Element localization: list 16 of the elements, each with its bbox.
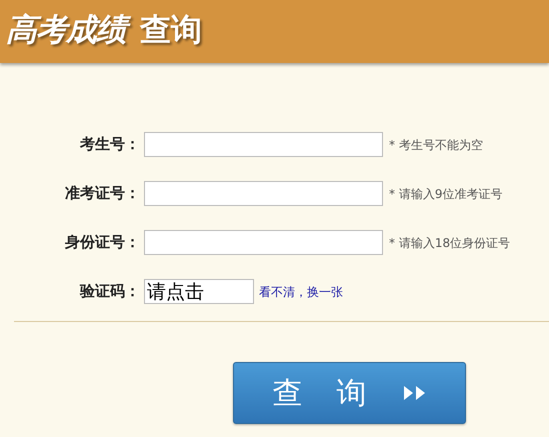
captcha-image[interactable]: 请点击 <box>144 279 254 304</box>
input-field[interactable] <box>144 132 383 157</box>
page-title: 高考成绩 <box>6 6 132 56</box>
field-label: 身份证号： <box>65 232 140 254</box>
refresh-captcha-link[interactable]: 看不清，换一张 <box>259 282 343 300</box>
input-field[interactable] <box>144 230 383 255</box>
field-hint: * 请输入9位准考证号 <box>389 186 502 202</box>
search-button[interactable]: 查 询 <box>233 362 466 424</box>
field-label: 准考证号： <box>65 183 140 204</box>
double-chevron-icon <box>404 386 426 400</box>
field-label: 考生号： <box>80 134 140 156</box>
field-label: 验证码： <box>80 281 140 302</box>
input-field[interactable] <box>144 181 383 206</box>
page-title-suffix: 查询 <box>140 10 203 50</box>
field-hint: * 考生号不能为空 <box>389 136 483 154</box>
field-hint: * 请输入18位身份证号 <box>389 234 510 252</box>
